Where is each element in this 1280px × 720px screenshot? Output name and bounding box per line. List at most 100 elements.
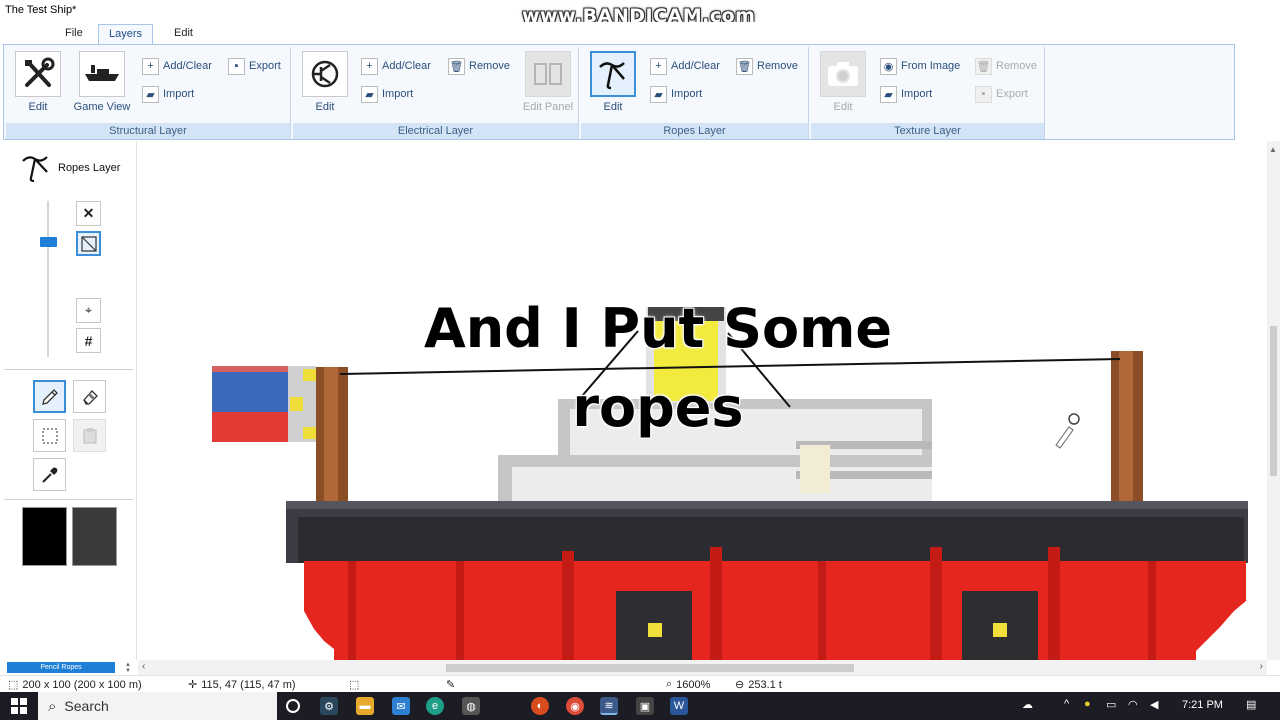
texture-import-button[interactable]: ▰ Import: [880, 84, 932, 104]
taskbar-clock[interactable]: 7:21 PM: [1182, 699, 1223, 711]
selection-tool-button[interactable]: [33, 419, 66, 452]
layer-opacity-slider[interactable]: [47, 201, 49, 357]
security-icon[interactable]: ●: [1084, 698, 1091, 710]
texture-remove-button[interactable]: 🗑 Remove: [975, 56, 1037, 76]
structural-layer-label: Structural Layer: [6, 123, 290, 139]
selection-status: ⬚: [349, 678, 359, 691]
trash-icon: 🗑: [448, 57, 465, 75]
edge-icon[interactable]: e: [426, 697, 444, 715]
electrical-remove-button[interactable]: 🗑 Remove: [448, 56, 510, 76]
scroll-left-icon[interactable]: ‹: [142, 661, 145, 672]
show-other-layers-button[interactable]: [76, 231, 101, 256]
tab-layers[interactable]: Layers: [98, 24, 154, 45]
firefox-icon[interactable]: ◐: [531, 697, 549, 715]
windows-taskbar: ⌕ Search ⚙ ▬ ✉ e ◍ ◐ ◉ ≋ ▣ W ☁ ^ ● ▭ ◠ ◀…: [0, 692, 1280, 720]
slider-thumb[interactable]: [40, 237, 57, 247]
paste-tool-button[interactable]: [73, 419, 106, 452]
ropes-edit-button[interactable]: Edit: [585, 51, 641, 119]
chrome-icon[interactable]: ◉: [566, 697, 584, 715]
tab-edit[interactable]: Edit: [164, 24, 203, 45]
structural-add-clear-button[interactable]: + Add/Clear: [142, 56, 212, 76]
texture-export-button[interactable]: ▪ Export: [975, 84, 1028, 104]
taskbar-search[interactable]: ⌕ Search: [38, 692, 277, 720]
scroll-thumb[interactable]: [1270, 326, 1277, 476]
electrical-import-button[interactable]: ▰ Import: [361, 84, 413, 104]
add-file-icon: +: [142, 57, 159, 75]
magnifier-icon: ⌕: [666, 678, 673, 690]
network-icon[interactable]: ▭: [1106, 698, 1116, 711]
structural-layer-group: Edit Game View + Add/Clear ▰ Import ▪ Expor…: [6, 47, 291, 139]
tab-file[interactable]: File: [55, 24, 93, 45]
scroll-right-icon[interactable]: ›: [1260, 661, 1263, 672]
grid-toggle-button[interactable]: #: [76, 328, 101, 353]
mail-icon[interactable]: ✉: [392, 697, 410, 715]
structural-import-button[interactable]: ▰ Import: [142, 84, 194, 104]
weather-icon[interactable]: ☁: [1022, 698, 1033, 711]
scroll-thumb[interactable]: [446, 664, 854, 672]
eyedropper-tool-button[interactable]: [33, 458, 66, 491]
file-explorer-icon[interactable]: ▬: [356, 697, 374, 715]
hide-other-layers-button[interactable]: ✕: [76, 201, 101, 226]
structural-export-button[interactable]: ▪ Export: [228, 56, 281, 76]
word-icon[interactable]: W: [670, 697, 688, 715]
grid-icon: #: [84, 332, 93, 349]
tool-panel: Ropes Layer ✕ ⌖ #: [0, 141, 137, 660]
marquee-select-icon: [41, 427, 58, 444]
texture-edit-button[interactable]: Edit: [815, 51, 871, 119]
folder-open-icon: ▰: [880, 85, 897, 103]
texture-from-image-button[interactable]: ◉ From Image: [880, 56, 960, 76]
rope-icon: [590, 51, 636, 97]
secondary-color-swatch[interactable]: [72, 507, 117, 566]
structural-edit-button[interactable]: Edit: [10, 51, 66, 119]
zoom-status: ⌕ 1600%: [666, 678, 711, 691]
cortana-icon[interactable]: [286, 699, 300, 713]
video-caption: And I Put Some ropes: [423, 297, 893, 439]
start-button[interactable]: [0, 692, 38, 720]
panel-icon: [525, 51, 571, 97]
menu-tabs: File Layers Edit: [0, 22, 1280, 45]
texture-layer-group: Edit ◉ From Image ▰ Import 🗑 Remove ▪ Export…: [811, 47, 1045, 139]
notifications-icon[interactable]: ▤: [1246, 698, 1256, 711]
eraser-tool-button[interactable]: [73, 380, 106, 413]
texture-layer-label: Texture Layer: [811, 123, 1044, 139]
app-icon[interactable]: ◍: [462, 697, 480, 715]
pencil-tool-button[interactable]: [33, 380, 66, 413]
ropes-import-button[interactable]: ▰ Import: [650, 84, 702, 104]
ship-canvas[interactable]: And I Put Some ropes: [138, 141, 1267, 660]
trash-icon: 🗑: [736, 57, 753, 75]
game-view-button[interactable]: Game View: [72, 51, 132, 119]
electrical-add-clear-button[interactable]: + Add/Clear: [361, 56, 431, 76]
ropes-add-clear-button[interactable]: + Add/Clear: [650, 56, 720, 76]
move-icon: ✛: [188, 679, 198, 691]
electrical-layer-group: Edit + Add/Clear ▰ Import 🗑 Remove Edit Pan…: [293, 47, 579, 139]
hull: [304, 561, 1246, 660]
ribbon: Edit Game View + Add/Clear ▰ Import ▪ Expor…: [3, 44, 1235, 140]
steam-icon[interactable]: ⚙: [320, 697, 338, 715]
edit-panel-button[interactable]: Edit Panel: [519, 51, 577, 119]
tool-mode-spinner[interactable]: ▲ ▼: [119, 662, 137, 674]
divider: [4, 499, 133, 500]
eyedropper-icon: [41, 467, 57, 483]
trash-icon: 🗑: [975, 57, 992, 75]
crosshair-toggle-button[interactable]: ⌖: [76, 298, 101, 323]
divider: [4, 369, 133, 370]
electrical-edit-button[interactable]: Edit: [297, 51, 353, 119]
vertical-scrollbar[interactable]: ▲: [1267, 141, 1280, 660]
app-icon[interactable]: ▣: [636, 697, 654, 715]
primary-color-swatch[interactable]: [22, 507, 67, 566]
pencil-icon: [41, 388, 58, 405]
wifi-icon[interactable]: ◠: [1128, 698, 1138, 711]
status-bar: ⬚ 200 x 100 (200 x 100 m) ✛ 115, 47 (115, …: [0, 675, 1280, 692]
window-title: The Test Ship*: [5, 4, 77, 16]
weight-icon: ⊖: [735, 679, 745, 691]
folder-open-icon: ▰: [361, 85, 378, 103]
ship-size-status: ⬚ 200 x 100 (200 x 100 m): [8, 678, 142, 692]
ropes-remove-button[interactable]: 🗑 Remove: [736, 56, 798, 76]
volume-icon[interactable]: ◀: [1150, 698, 1158, 711]
horizontal-scrollbar[interactable]: ‹ ›: [138, 660, 1267, 675]
add-file-icon: +: [361, 57, 378, 75]
chevron-up-icon[interactable]: ^: [1064, 698, 1069, 710]
scroll-up-icon[interactable]: ▲: [1269, 145, 1277, 154]
cursor-position-status: ✛ 115, 47 (115, 47 m): [188, 678, 296, 692]
ship-builder-icon[interactable]: ≋: [600, 697, 618, 715]
